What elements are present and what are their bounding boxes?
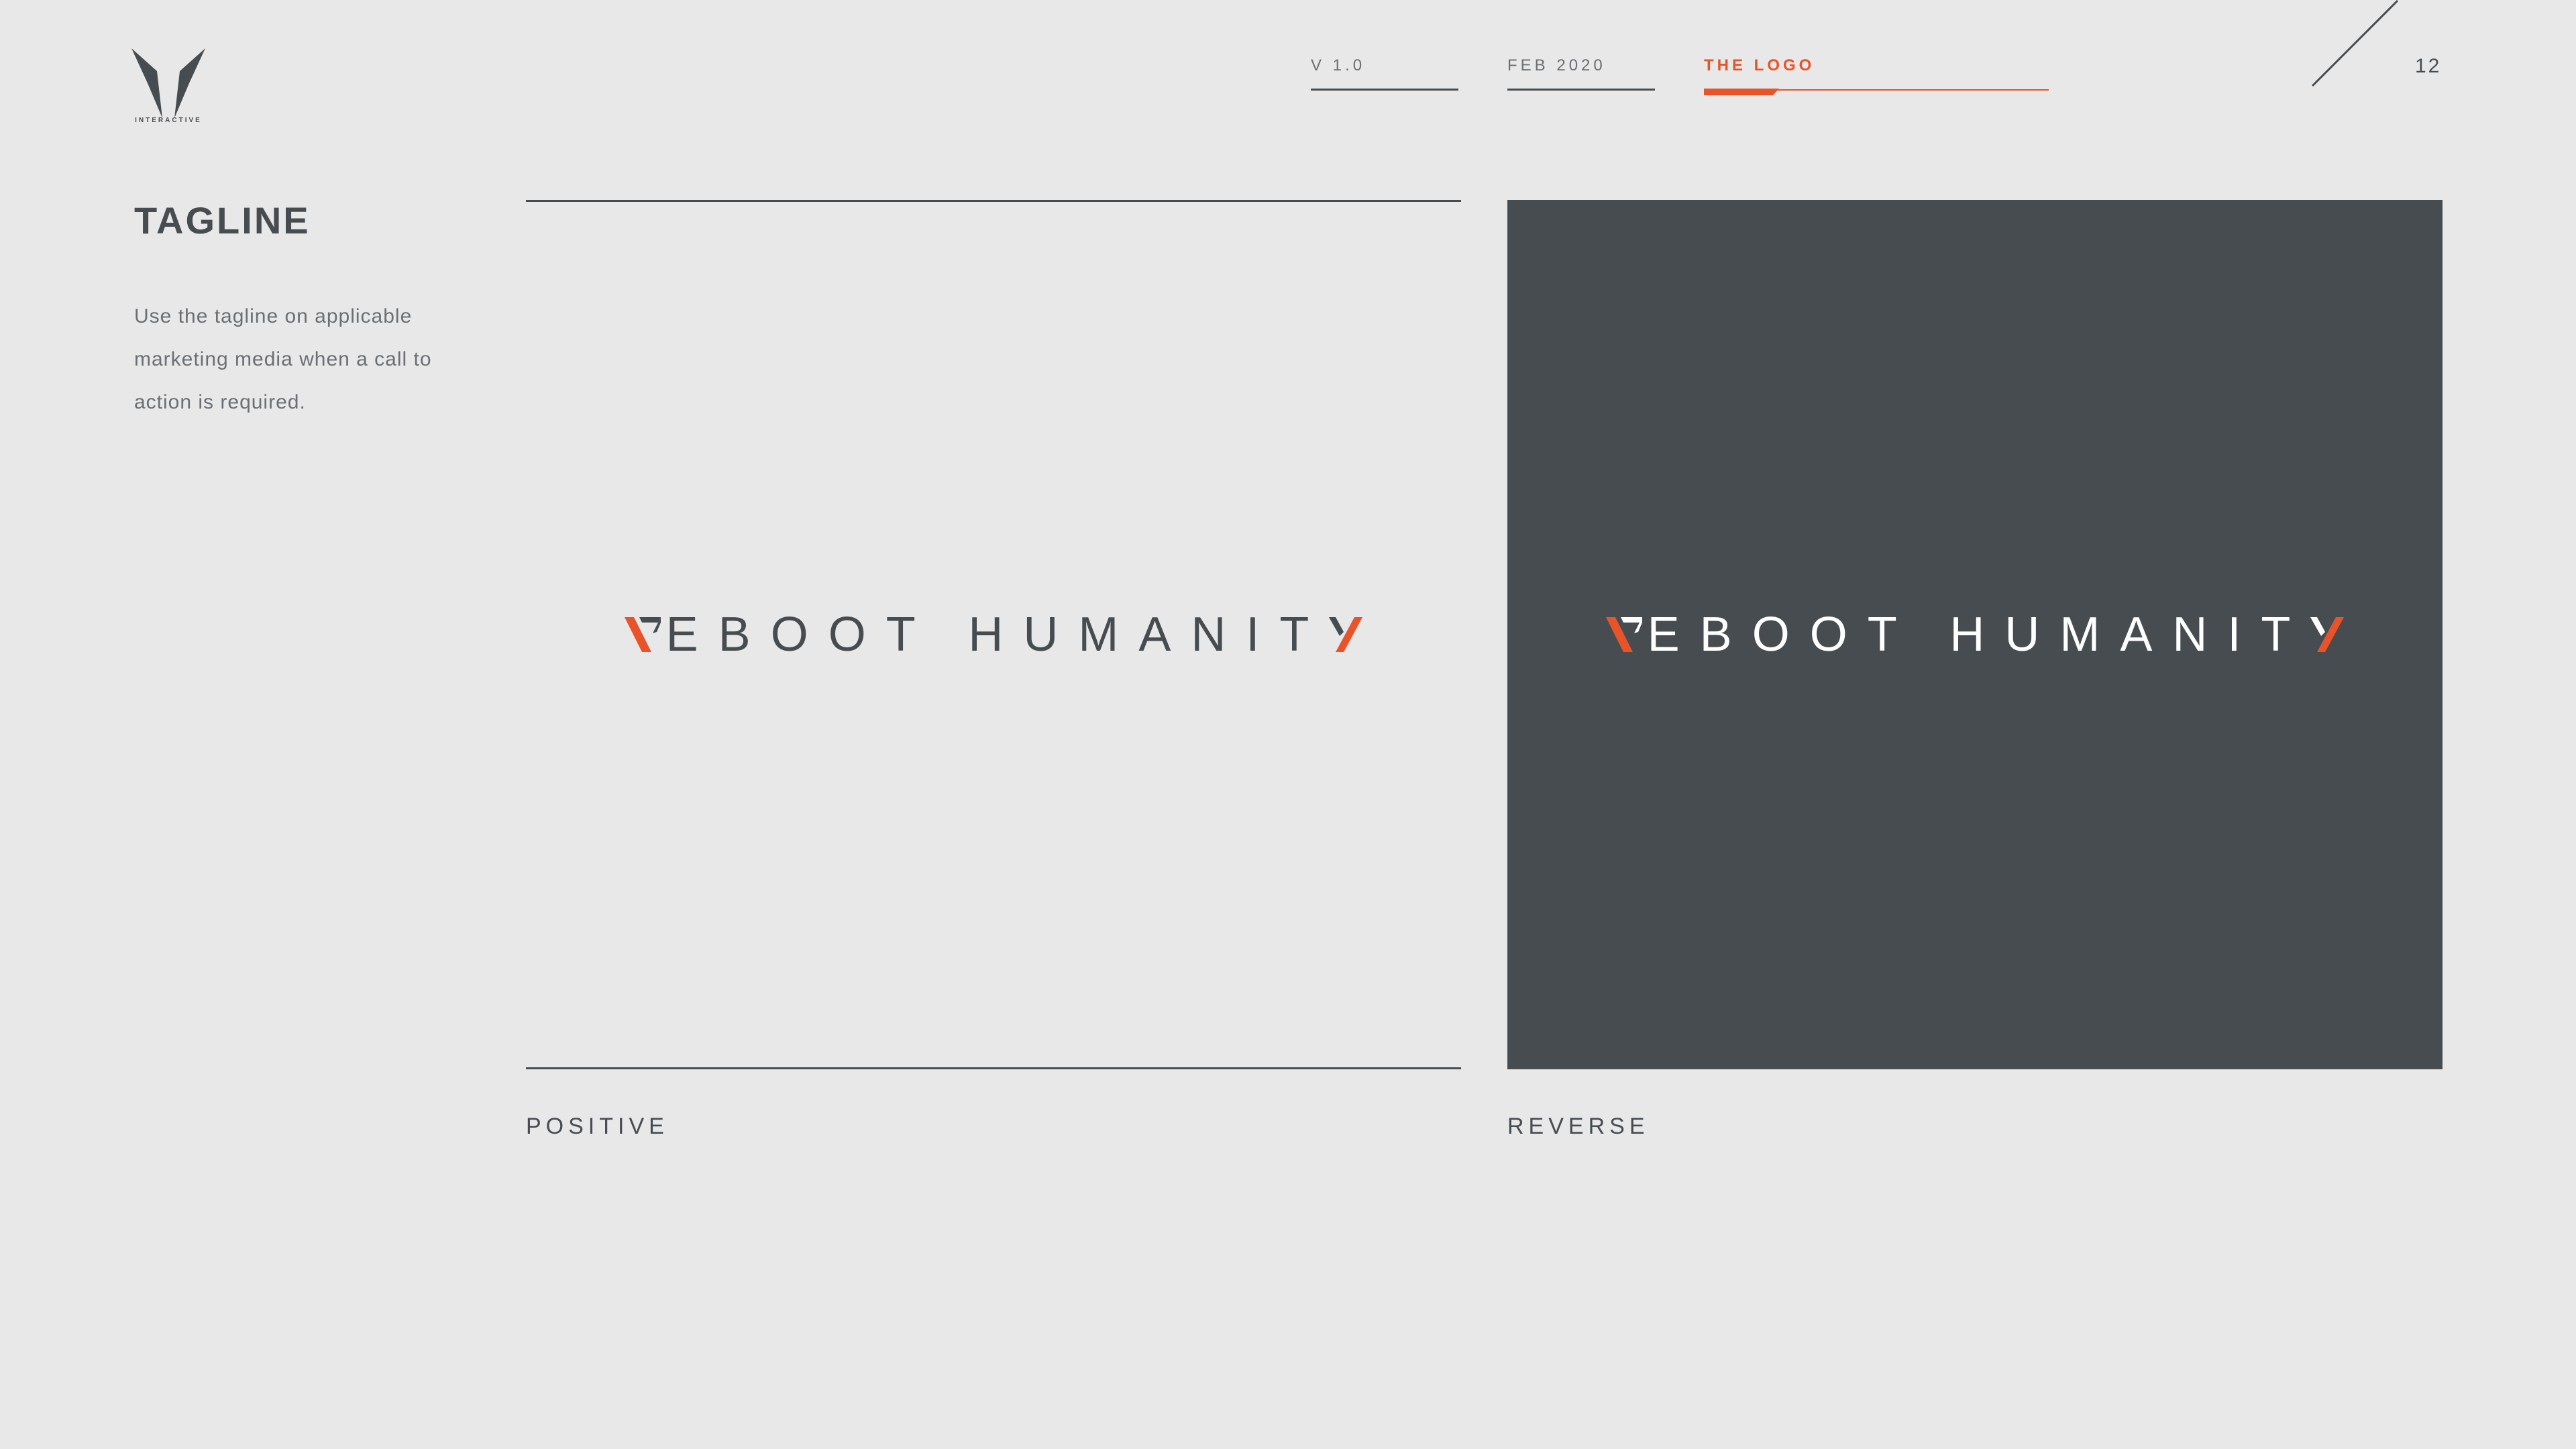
nav-item-label: THE LOGO	[1704, 56, 1815, 74]
tagline-y-glyph-icon	[1329, 617, 1363, 652]
section-title: TAGLINE	[134, 199, 311, 241]
nav-item-label: V 1.0	[1311, 56, 1366, 74]
tagline-r-glyph-icon	[1605, 617, 1642, 652]
nav-item-label: FEB 2020	[1507, 56, 1606, 74]
panel-bottom-rule	[526, 1067, 1461, 1069]
nav-item-version[interactable]: V 1.0	[1311, 56, 1458, 94]
section-description: Use the tagline on applicable marketing …	[134, 305, 432, 413]
positive-panel: EBOOT HUMANIT	[526, 202, 1461, 1067]
nav-underline	[1507, 89, 1655, 91]
brand-logo-text: INTERACTIVE	[135, 117, 202, 124]
caption-reverse: REVERSE	[1507, 1114, 1650, 1139]
caption-positive: POSITIVE	[526, 1114, 669, 1139]
nav-item-the-logo[interactable]: THE LOGO	[1704, 56, 2049, 95]
tagline-r-glyph-icon	[624, 617, 661, 652]
tagline-positive: EBOOT HUMANIT	[526, 610, 1461, 659]
page-number: 12	[2415, 55, 2442, 77]
reverse-panel: EBOOT HUMANIT	[1507, 200, 2443, 1069]
nav-underline	[1311, 89, 1458, 91]
tagline-text: EBOOT HUMANIT	[665, 608, 1330, 661]
nav-active-indicator	[1704, 89, 1779, 95]
nav-item-date[interactable]: FEB 2020	[1507, 56, 1655, 94]
tagline-reverse: EBOOT HUMANIT	[1507, 610, 2443, 659]
decorative-slash	[2311, 0, 2399, 87]
tagline-text: EBOOT HUMANIT	[1647, 608, 2311, 661]
tagline-y-glyph-icon	[2310, 617, 2345, 652]
